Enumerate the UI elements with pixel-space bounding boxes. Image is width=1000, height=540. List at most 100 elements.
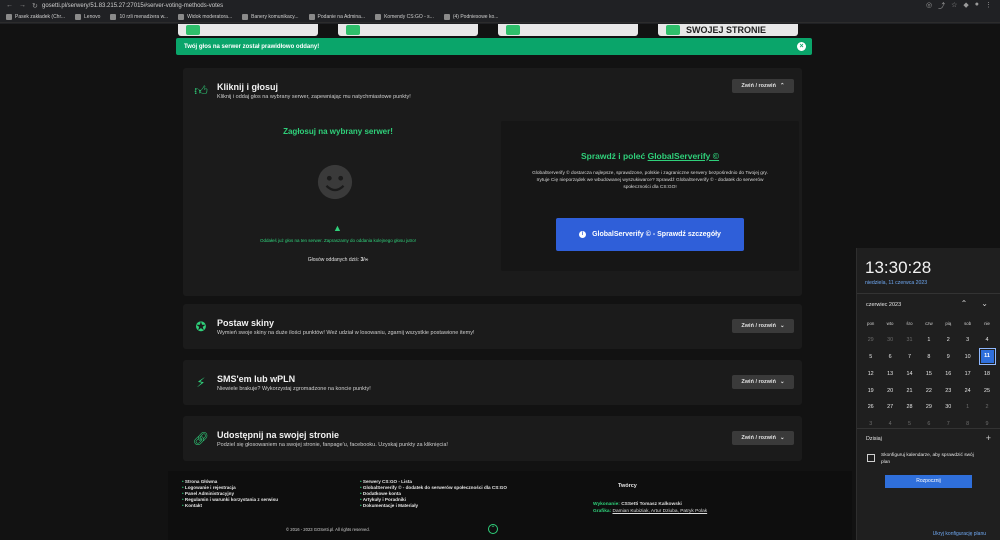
calendar-day[interactable]: 27 bbox=[880, 404, 899, 410]
calendar-day[interactable]: 15 bbox=[919, 371, 938, 377]
calendar-day[interactable]: 4 bbox=[880, 421, 899, 427]
award-icon: ✪ bbox=[195, 318, 207, 334]
close-icon[interactable]: × bbox=[797, 42, 806, 51]
chevron-up-icon: ⌃ bbox=[779, 83, 785, 89]
gs-title-link[interactable]: GlobalServerify © bbox=[648, 151, 719, 161]
credit-value[interactable]: Damian Kubiziak, Artur Dziuba, Patryk Po… bbox=[612, 509, 707, 514]
clock-date[interactable]: niedziela, 11 czerwca 2023 bbox=[865, 280, 927, 286]
calendar-day[interactable]: 17 bbox=[958, 371, 977, 377]
globalserverify-box: Sprawdź i poleć GlobalServerify © Global… bbox=[501, 121, 799, 271]
toggle-button[interactable]: Zwiń / rozwiń ⌄ bbox=[732, 319, 794, 333]
forward-icon[interactable]: → bbox=[19, 2, 26, 10]
month-header[interactable]: czerwiec 2023 bbox=[866, 302, 901, 308]
calendar-day[interactable]: 1 bbox=[919, 337, 938, 343]
bookmark-item[interactable]: Banery komunikacy... bbox=[242, 14, 299, 20]
calendar-grid: pon wto śro czw pią sob nie 29 30 31 1 2 3 4 5 6 7 8 9 10 11… bbox=[861, 315, 997, 433]
calendar-day[interactable]: 6 bbox=[919, 421, 938, 427]
alert-text: Twój głos na serwer został prawidłowo od… bbox=[184, 43, 320, 50]
calendar-day[interactable]: 2 bbox=[977, 404, 996, 410]
calendar-day[interactable]: 21 bbox=[900, 388, 919, 394]
calendar-day[interactable]: 22 bbox=[919, 388, 938, 394]
footer-link[interactable]: Dokumentacje i Materiały bbox=[360, 503, 507, 509]
calendar-day[interactable]: 3 bbox=[958, 337, 977, 343]
method-skins-header[interactable]: ✪ Postaw skiny Wymień swoje skiny na duż… bbox=[183, 304, 802, 349]
method-skins-panel[interactable]: ✪ Postaw skiny Wymień swoje skiny na duż… bbox=[183, 304, 802, 349]
toggle-button[interactable]: Zwiń / rozwiń ⌄ bbox=[732, 375, 794, 389]
chevron-down-icon[interactable]: ⌄ bbox=[981, 299, 988, 308]
top-card-vote[interactable] bbox=[178, 24, 318, 36]
chevron-up-icon[interactable]: ⌃ bbox=[961, 299, 968, 308]
calendar-day[interactable]: 6 bbox=[880, 354, 899, 360]
calendar-day[interactable]: 7 bbox=[900, 354, 919, 360]
bookmark-item[interactable]: Komendy CS:GO - s... bbox=[375, 14, 434, 20]
calendar-day[interactable]: 26 bbox=[861, 404, 880, 410]
calendar-day[interactable]: 19 bbox=[861, 388, 880, 394]
calendar-day[interactable]: 2 bbox=[939, 337, 958, 343]
share-icon[interactable]: ⤴ bbox=[938, 1, 945, 11]
calendar-day[interactable]: 13 bbox=[880, 371, 899, 377]
calendar-day[interactable]: 29 bbox=[919, 404, 938, 410]
back-icon[interactable]: ← bbox=[6, 2, 13, 10]
calendar-day[interactable]: 24 bbox=[958, 388, 977, 394]
calendar-day[interactable]: 5 bbox=[861, 354, 880, 360]
calendar-day-today[interactable]: 11 bbox=[978, 348, 996, 366]
top-card-share[interactable]: SWOJEJ STRONIE bbox=[658, 24, 798, 36]
menu-icon[interactable]: ⋮ bbox=[985, 1, 992, 11]
calendar-day[interactable]: 4 bbox=[977, 337, 996, 343]
calendar-day[interactable]: 30 bbox=[939, 404, 958, 410]
globalserverify-button[interactable]: i GlobalServerify © - Sprawdź szczegóły bbox=[556, 218, 744, 251]
bookmark-item[interactable]: 10 rzli menadżera w... bbox=[110, 14, 168, 20]
star-icon[interactable]: ☆ bbox=[951, 1, 957, 11]
scroll-top-icon[interactable]: ⌃ bbox=[488, 524, 498, 534]
calendar-day[interactable]: 31 bbox=[900, 337, 919, 343]
bookmark-item[interactable]: (4) Podniesowe ko... bbox=[443, 14, 498, 20]
bookmark-item[interactable]: Podanie na Admina... bbox=[308, 14, 365, 20]
calendar-day[interactable]: 30 bbox=[880, 337, 899, 343]
calendar-day[interactable]: 28 bbox=[900, 404, 919, 410]
bookmark-item[interactable]: Widok moderatora... bbox=[178, 14, 232, 20]
calendar-day[interactable]: 8 bbox=[958, 421, 977, 427]
url-text[interactable]: gosetti.pl/serwery/51.83.215.27:27015#se… bbox=[42, 3, 926, 9]
vote-title: Zagłosuj na wybrany serwer! bbox=[283, 127, 393, 136]
calendar-day[interactable]: 20 bbox=[880, 388, 899, 394]
method-vote-header[interactable]: 👍︎ Kliknij i głosuj Kliknij i oddaj głos… bbox=[183, 68, 802, 113]
address-bar[interactable]: ← → ↻ gosetti.pl/serwery/51.83.215.27:27… bbox=[0, 0, 1000, 12]
toggle-button[interactable]: Zwiń / rozwiń ⌃ bbox=[732, 79, 794, 93]
profile-icon[interactable]: ● bbox=[975, 1, 979, 11]
top-card-sms[interactable] bbox=[498, 24, 638, 36]
calendar-day[interactable]: 9 bbox=[939, 354, 958, 360]
calendar-day[interactable]: 25 bbox=[977, 388, 996, 394]
reload-icon[interactable]: ↻ bbox=[32, 2, 38, 10]
weekday-row: pon wto śro czw pią sob nie bbox=[861, 315, 997, 332]
start-button[interactable]: Rozpocznij bbox=[885, 475, 972, 488]
screenshot-icon[interactable]: ◎ bbox=[926, 1, 932, 11]
bookmark-item[interactable]: Lenovo bbox=[75, 14, 100, 20]
calendar-day[interactable]: 10 bbox=[958, 354, 977, 360]
calendar-day[interactable]: 23 bbox=[939, 388, 958, 394]
calendar-day[interactable]: 12 bbox=[861, 371, 880, 377]
calendar-day[interactable]: 5 bbox=[900, 421, 919, 427]
calendar-day[interactable]: 16 bbox=[939, 371, 958, 377]
calendar-day[interactable]: 3 bbox=[861, 421, 880, 427]
plus-icon[interactable]: + bbox=[986, 433, 991, 443]
method-vote-panel: 👍︎ Kliknij i głosuj Kliknij i oddaj głos… bbox=[183, 68, 802, 296]
method-desc: Wymień swoje skiny na duże ilości punktó… bbox=[217, 329, 475, 336]
toggle-button[interactable]: Zwiń / rozwiń ⌄ bbox=[732, 431, 794, 445]
weekday-label: czw bbox=[925, 320, 933, 326]
calendar-day[interactable]: 9 bbox=[977, 421, 996, 427]
method-sms-panel[interactable]: ⚡︎ SMS'em lub wPLN Niewiele brakuje? Wyk… bbox=[183, 360, 802, 405]
extension-icon[interactable]: ◆ bbox=[963, 1, 968, 11]
footer-link[interactable]: Kontakt bbox=[182, 503, 278, 509]
calendar-day[interactable]: 7 bbox=[939, 421, 958, 427]
hide-plan-link[interactable]: Ukryj konfigurację planu bbox=[933, 531, 986, 537]
calendar-day[interactable]: 14 bbox=[900, 371, 919, 377]
top-card-skins[interactable] bbox=[338, 24, 478, 36]
calendar-day[interactable]: 29 bbox=[861, 337, 880, 343]
calendar-day[interactable]: 18 bbox=[977, 371, 996, 377]
method-sms-header[interactable]: ⚡︎ SMS'em lub wPLN Niewiele brakuje? Wyk… bbox=[183, 360, 802, 405]
method-share-header[interactable]: 🔗︎ Udostępnij na swojej stronie Podziel … bbox=[183, 416, 802, 461]
bookmark-item[interactable]: Pasek zakładek (Chr... bbox=[6, 14, 65, 20]
method-share-panel[interactable]: 🔗︎ Udostępnij na swojej stronie Podziel … bbox=[183, 416, 802, 461]
calendar-day[interactable]: 1 bbox=[958, 404, 977, 410]
calendar-day[interactable]: 8 bbox=[919, 354, 938, 360]
